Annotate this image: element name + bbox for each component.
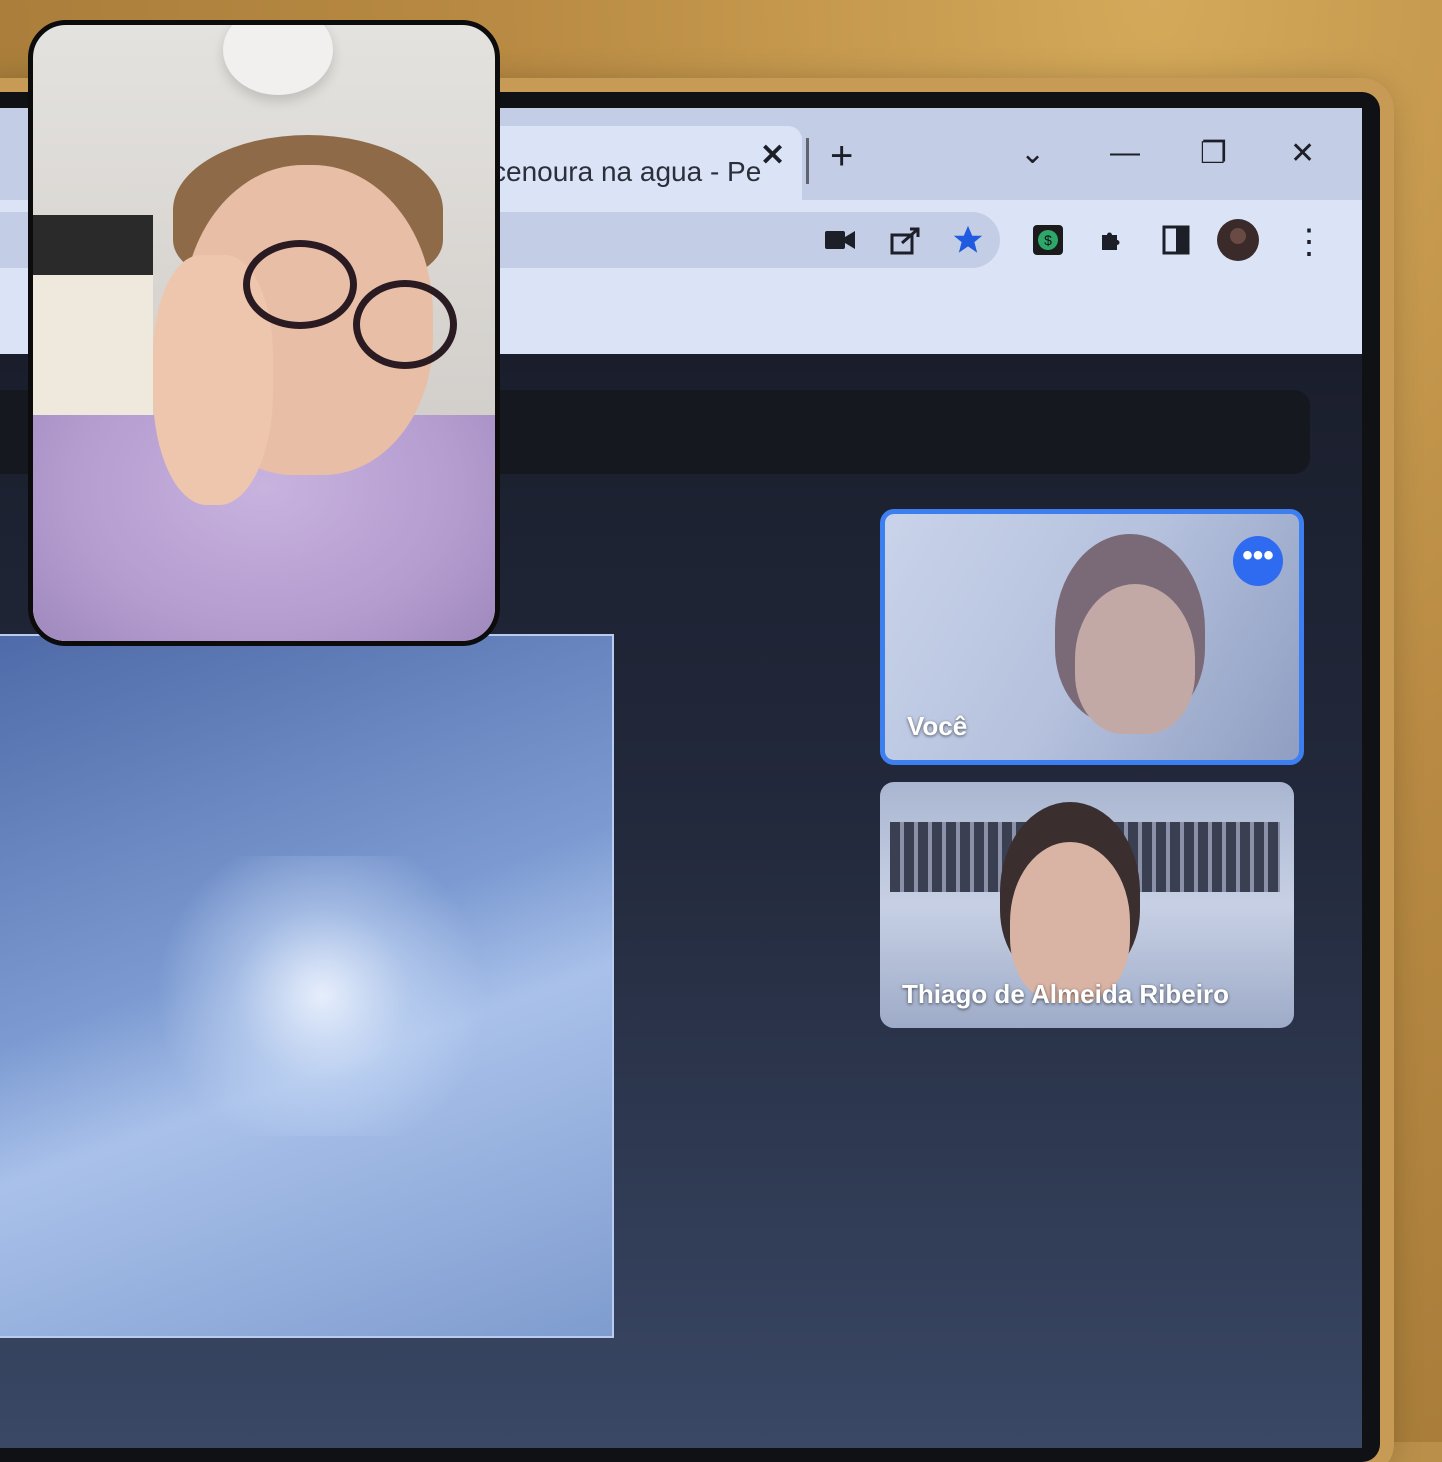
tab-title: cenoura na agua - Pes bbox=[492, 156, 762, 187]
profile-avatar[interactable] bbox=[1216, 218, 1260, 262]
browser-menu-icon[interactable]: ⋮ bbox=[1292, 222, 1326, 262]
bookmark-star-icon[interactable] bbox=[950, 222, 986, 258]
more-options-button[interactable]: ••• bbox=[1233, 536, 1283, 586]
participant-face-other bbox=[1010, 842, 1130, 1002]
extensions-puzzle-icon[interactable] bbox=[1094, 222, 1130, 258]
restore-button[interactable]: ❐ bbox=[1200, 136, 1227, 171]
glasses-left-lens bbox=[243, 240, 357, 329]
participant-tile-self[interactable]: ••• Você bbox=[880, 509, 1304, 765]
svg-text:$: $ bbox=[1044, 232, 1052, 248]
close-window-button[interactable]: ✕ bbox=[1290, 136, 1315, 171]
extension-dollar-icon[interactable]: $ bbox=[1030, 222, 1066, 258]
share-icon[interactable] bbox=[888, 222, 924, 258]
tab-separator bbox=[806, 138, 809, 184]
participant-tile-other[interactable]: Thiago de Almeida Ribeiro bbox=[880, 782, 1294, 1028]
ceiling-lamp bbox=[223, 25, 333, 95]
selfie-pip bbox=[28, 20, 500, 646]
stage-glow bbox=[152, 856, 492, 1136]
tab-close-icon[interactable]: ✕ bbox=[760, 138, 785, 173]
camera-icon[interactable] bbox=[822, 222, 858, 258]
new-tab-button[interactable]: + bbox=[830, 134, 853, 179]
participant-name-self: Você bbox=[907, 711, 968, 741]
printer bbox=[33, 215, 153, 275]
glasses-right-lens bbox=[353, 280, 457, 369]
minimize-button[interactable]: — bbox=[1110, 136, 1140, 170]
participant-name-other: Thiago de Almeida Ribeiro bbox=[902, 979, 1229, 1009]
participant-face-self bbox=[1075, 584, 1195, 734]
shared-screen-stage bbox=[0, 634, 614, 1338]
tab-search-chevron-icon[interactable]: ⌄ bbox=[1020, 136, 1045, 171]
side-panel-icon[interactable] bbox=[1158, 222, 1194, 258]
